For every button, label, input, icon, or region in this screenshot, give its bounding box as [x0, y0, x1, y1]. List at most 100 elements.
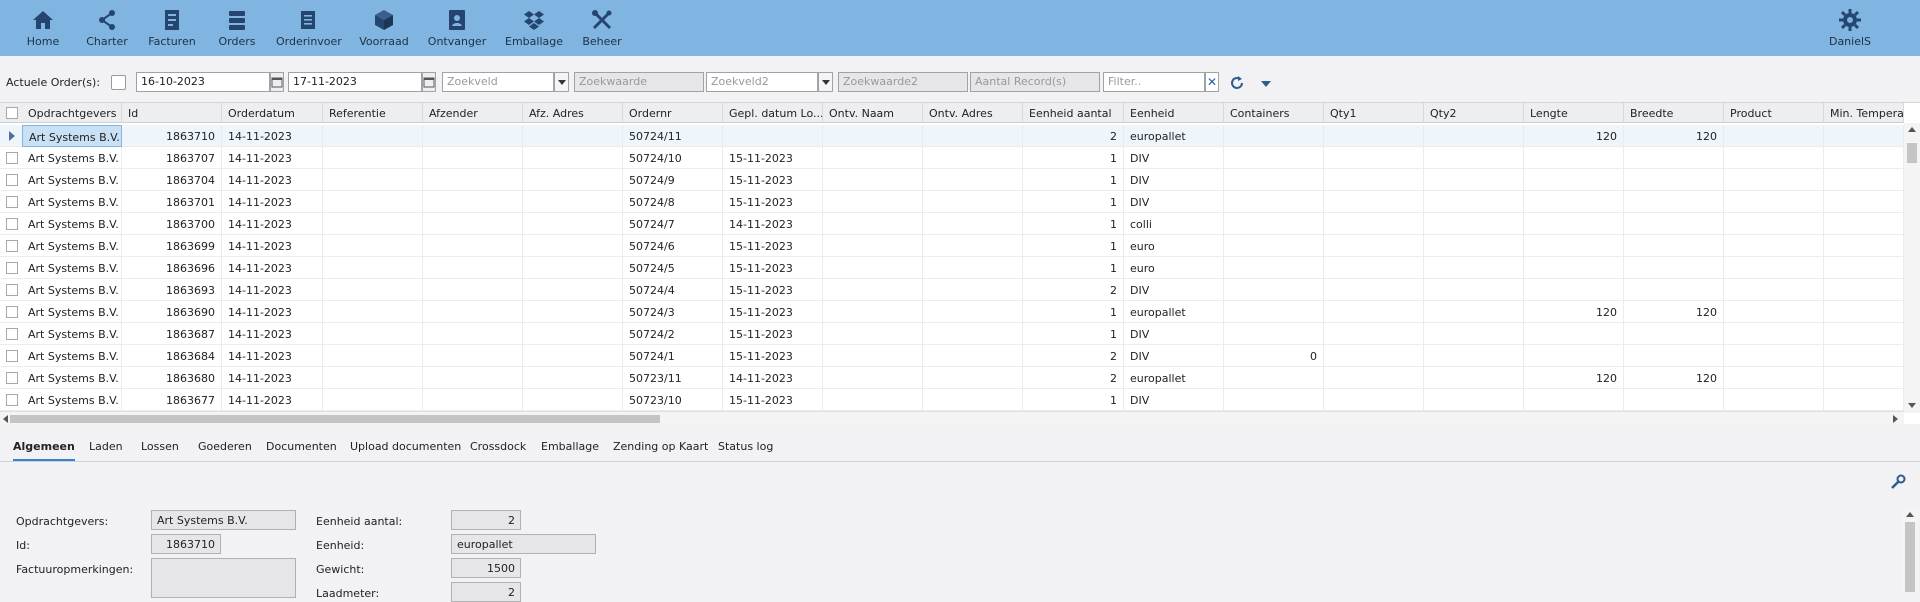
- table-cell[interactable]: [1424, 125, 1524, 147]
- table-cell[interactable]: [1224, 125, 1324, 147]
- factuuropmerkingen-field[interactable]: [151, 558, 296, 598]
- table-cell[interactable]: 14-11-2023: [222, 367, 323, 389]
- table-cell[interactable]: [923, 367, 1023, 389]
- table-cell[interactable]: 1863687: [122, 323, 222, 345]
- column-header[interactable]: Eenheid: [1124, 103, 1224, 123]
- table-cell[interactable]: 1863700: [122, 213, 222, 235]
- column-header[interactable]: Orderdatum: [222, 103, 323, 123]
- table-row[interactable]: Art Systems B.V. 1863677 14-11-2023 50723/1…: [0, 389, 1904, 411]
- table-cell[interactable]: 50724/5: [623, 257, 723, 279]
- table-cell[interactable]: DIV: [1124, 389, 1224, 411]
- row-checkbox[interactable]: [6, 174, 18, 186]
- table-cell[interactable]: [1524, 323, 1624, 345]
- table-cell[interactable]: DIV: [1124, 345, 1224, 367]
- zoekveld2-dropdown-button[interactable]: [818, 72, 833, 92]
- table-cell[interactable]: [1824, 301, 1904, 323]
- table-cell[interactable]: 1: [1023, 235, 1124, 257]
- table-cell[interactable]: [823, 345, 923, 367]
- table-cell[interactable]: [1224, 367, 1324, 389]
- table-cell[interactable]: [323, 235, 423, 257]
- table-cell[interactable]: [923, 169, 1023, 191]
- actuele-orders-checkbox[interactable]: [111, 75, 126, 90]
- table-cell[interactable]: [1324, 125, 1424, 147]
- aantal-records-input[interactable]: Aantal Record(s): [970, 72, 1100, 92]
- row-checkbox[interactable]: [6, 262, 18, 274]
- table-cell[interactable]: [923, 257, 1023, 279]
- table-cell[interactable]: Art Systems B.V.: [22, 279, 122, 301]
- table-cell[interactable]: [1424, 345, 1524, 367]
- table-cell[interactable]: [1624, 345, 1724, 367]
- table-cell[interactable]: [1224, 301, 1324, 323]
- table-cell[interactable]: [323, 213, 423, 235]
- table-cell[interactable]: 50724/9: [623, 169, 723, 191]
- row-checkbox[interactable]: [6, 152, 18, 164]
- table-cell[interactable]: 1: [1023, 169, 1124, 191]
- table-cell[interactable]: 120: [1624, 125, 1724, 147]
- table-cell[interactable]: [1624, 213, 1724, 235]
- table-cell[interactable]: [1424, 235, 1524, 257]
- table-row[interactable]: Art Systems B.V. 1863690 14-11-2023 50724/3…: [0, 301, 1904, 323]
- table-row[interactable]: Art Systems B.V. 1863696 14-11-2023 50724/5…: [0, 257, 1904, 279]
- eenheid-field[interactable]: europallet: [451, 534, 596, 554]
- row-checkbox[interactable]: [6, 328, 18, 340]
- table-cell[interactable]: [1224, 279, 1324, 301]
- table-cell[interactable]: DIV: [1124, 323, 1224, 345]
- table-cell[interactable]: [1424, 301, 1524, 323]
- table-cell[interactable]: [823, 323, 923, 345]
- table-cell[interactable]: 1: [1023, 213, 1124, 235]
- table-cell[interactable]: colli: [1124, 213, 1224, 235]
- options-dropdown-icon[interactable]: [1261, 81, 1271, 87]
- laadmeter-field[interactable]: 2: [451, 582, 521, 602]
- table-cell[interactable]: [323, 191, 423, 213]
- table-cell[interactable]: [1824, 213, 1904, 235]
- table-cell[interactable]: 1: [1023, 301, 1124, 323]
- table-cell[interactable]: 14-11-2023: [222, 389, 323, 411]
- table-cell[interactable]: [1224, 213, 1324, 235]
- grid-vertical-scrollbar[interactable]: [1904, 123, 1920, 413]
- table-cell[interactable]: [1524, 257, 1624, 279]
- table-cell[interactable]: 1: [1023, 147, 1124, 169]
- scroll-down-icon[interactable]: [1908, 403, 1916, 408]
- table-row[interactable]: Art Systems B.V. 1863704 14-11-2023 50724/9…: [0, 169, 1904, 191]
- table-cell[interactable]: Art Systems B.V.: [22, 257, 122, 279]
- table-cell[interactable]: 50724/6: [623, 235, 723, 257]
- row-checkbox[interactable]: [6, 372, 18, 384]
- table-cell[interactable]: [323, 125, 423, 147]
- tab-crossdock[interactable]: Crossdock: [470, 440, 526, 459]
- table-cell[interactable]: 1863696: [122, 257, 222, 279]
- table-cell[interactable]: [1824, 367, 1904, 389]
- table-cell[interactable]: 50724/10: [623, 147, 723, 169]
- table-cell[interactable]: [523, 389, 623, 411]
- table-cell[interactable]: [1624, 147, 1724, 169]
- zoekwaarde-input[interactable]: Zoekwaarde: [574, 72, 704, 92]
- zoekwaarde2-input[interactable]: Zoekwaarde2: [838, 72, 968, 92]
- table-cell[interactable]: [423, 235, 523, 257]
- table-cell[interactable]: [1724, 257, 1824, 279]
- table-cell[interactable]: [1824, 125, 1904, 147]
- table-cell[interactable]: 15-11-2023: [723, 235, 823, 257]
- wrench-icon[interactable]: [1890, 474, 1906, 490]
- table-cell[interactable]: [1524, 279, 1624, 301]
- table-cell[interactable]: [1824, 191, 1904, 213]
- nav-voorraad[interactable]: Voorraad: [352, 8, 416, 48]
- table-cell[interactable]: 50723/10: [623, 389, 723, 411]
- table-cell[interactable]: [423, 147, 523, 169]
- table-cell[interactable]: 50724/1: [623, 345, 723, 367]
- table-cell[interactable]: [323, 323, 423, 345]
- table-cell[interactable]: [1824, 147, 1904, 169]
- table-cell[interactable]: [523, 169, 623, 191]
- date-from-input[interactable]: 16-10-2023: [136, 72, 270, 92]
- table-cell[interactable]: [1324, 345, 1424, 367]
- table-cell[interactable]: [1524, 147, 1624, 169]
- table-cell[interactable]: [823, 213, 923, 235]
- table-cell[interactable]: [1224, 235, 1324, 257]
- table-cell[interactable]: [923, 235, 1023, 257]
- table-cell[interactable]: [1224, 147, 1324, 169]
- column-header[interactable]: Referentie: [323, 103, 423, 123]
- column-header[interactable]: Qty2: [1424, 103, 1524, 123]
- table-cell[interactable]: [1524, 389, 1624, 411]
- table-cell[interactable]: 50724/8: [623, 191, 723, 213]
- table-cell[interactable]: 0: [1224, 345, 1324, 367]
- table-cell[interactable]: [1324, 323, 1424, 345]
- table-cell[interactable]: [523, 235, 623, 257]
